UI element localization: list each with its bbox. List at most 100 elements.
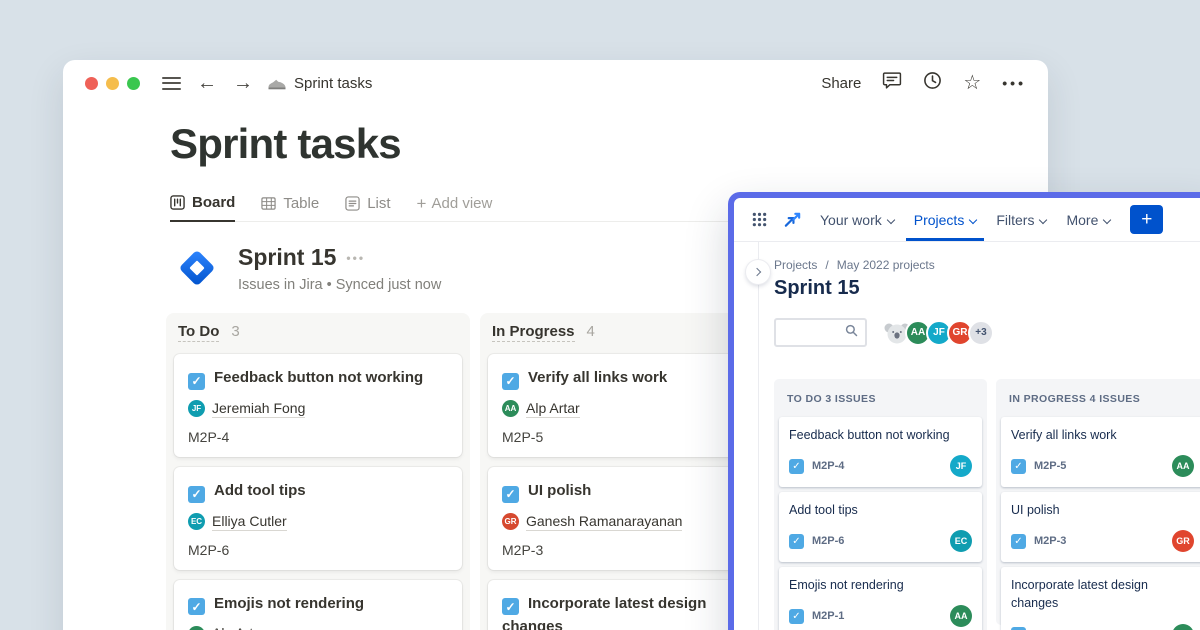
jira-logo-icon[interactable] (777, 198, 808, 241)
assignee-link[interactable]: Ganesh Ramanarayanan (526, 513, 682, 531)
task-type-icon: ✓ (1011, 459, 1026, 474)
checkbox-icon[interactable]: ✓ (502, 373, 519, 390)
checkbox-icon[interactable]: ✓ (502, 598, 519, 615)
avatar: JF (188, 400, 205, 417)
sprint-sync-status: Issues in Jira • Synced just now (238, 277, 441, 293)
issue-title: Emojis not rendering (789, 576, 972, 594)
assignee-avatar[interactable]: AA (950, 605, 972, 627)
board-card[interactable]: ✓Feedback button not working JF Jeremiah… (174, 354, 462, 457)
sprint-title: Sprint 15 (238, 244, 336, 271)
updates-clock-icon[interactable] (923, 71, 942, 95)
card-title: Add tool tips (214, 482, 306, 499)
avatar-overflow-badge[interactable]: +3 (968, 320, 994, 346)
assignee-avatar[interactable]: JF (950, 455, 972, 477)
create-button[interactable]: + (1130, 205, 1163, 234)
issue-card[interactable]: Feedback button not working ✓ M2P-4 JF (779, 417, 982, 487)
card-title: Incorporate latest design changes (502, 595, 706, 630)
issue-key: M2P-6 (812, 535, 844, 547)
nav-projects-label: Projects (914, 212, 965, 228)
canvas: ← → Sprint tasks Share ☆ ••• Sprint task… (0, 0, 1200, 630)
board-card[interactable]: ✓Emojis not rendering AA Alp Artar (174, 580, 462, 630)
avatar: GR (502, 513, 519, 530)
sidebar-divider (758, 242, 759, 630)
column-count: 3 (231, 323, 239, 340)
jira-board: TO DO 3 ISSUES Feedback button not worki… (774, 379, 1200, 630)
issue-card[interactable]: Add tool tips ✓ M2P-6 EC (779, 492, 982, 562)
forward-icon[interactable]: → (233, 73, 253, 93)
add-view-button[interactable]: + Add view (417, 195, 493, 221)
assignee-avatar[interactable]: AA (1172, 455, 1194, 477)
tab-board-label: Board (192, 194, 235, 211)
nav-filters-label: Filters (996, 212, 1034, 228)
tab-list[interactable]: List (345, 195, 390, 221)
board-card[interactable]: ✓ Add tool tips EC Elliya Cutler M2P-6 (174, 467, 462, 570)
issue-key: M2P-5 (502, 429, 764, 445)
tab-board[interactable]: Board (170, 194, 235, 222)
jira-top-nav: Your work Projects Filters More + (734, 198, 1200, 242)
page-title: Sprint tasks (170, 120, 1048, 168)
task-type-icon: ✓ (789, 534, 804, 549)
window-close-button[interactable] (85, 77, 98, 90)
column-header: TO DO 3 ISSUES (779, 384, 982, 417)
assignee-link[interactable]: Elliya Cutler (212, 513, 287, 531)
sprint-more-icon[interactable]: ••• (346, 251, 365, 265)
issue-key: M2P-3 (502, 542, 764, 558)
column-count: 4 (587, 323, 595, 340)
window-minimize-button[interactable] (106, 77, 119, 90)
nav-your-work[interactable]: Your work (812, 198, 902, 241)
assignee-link[interactable]: Alp Artar (526, 400, 580, 418)
issue-card[interactable]: Verify all links work ✓ M2P-5 AA (1001, 417, 1200, 487)
chevron-down-icon (969, 215, 977, 223)
search-input[interactable] (774, 318, 867, 347)
assignee-avatar[interactable]: GR (1172, 530, 1194, 552)
board-title: Sprint 15 (774, 277, 1200, 300)
share-button[interactable]: Share (821, 75, 861, 92)
sneaker-page-icon (267, 75, 287, 91)
tab-table[interactable]: Table (261, 195, 319, 221)
issue-key: M2P-4 (188, 429, 448, 445)
nav-projects[interactable]: Projects (906, 198, 985, 241)
checkbox-icon[interactable]: ✓ (188, 598, 205, 615)
notion-titlebar: ← → Sprint tasks Share ☆ ••• (63, 60, 1048, 106)
card-title: Emojis not rendering (214, 595, 364, 612)
issue-title: Incorporate latest design changes (1011, 576, 1194, 612)
back-icon[interactable]: ← (197, 73, 217, 93)
assignee-avatar[interactable]: AA (1172, 624, 1194, 630)
window-zoom-button[interactable] (127, 77, 140, 90)
column-name[interactable]: To Do (178, 323, 219, 342)
add-view-label: Add view (431, 195, 492, 212)
assignee-avatar[interactable]: EC (950, 530, 972, 552)
column-header: IN PROGRESS 4 ISSUES (1001, 384, 1200, 417)
issue-card[interactable]: UI polish ✓ M2P-3 GR (1001, 492, 1200, 562)
checkbox-icon[interactable]: ✓ (188, 486, 205, 503)
comments-icon[interactable] (882, 71, 902, 95)
card-title: UI polish (528, 482, 591, 499)
assignee-link[interactable]: Jeremiah Fong (212, 400, 305, 418)
breadcrumb-separator: / (825, 258, 828, 272)
issue-key: M2P-4 (812, 460, 844, 472)
nav-filters[interactable]: Filters (988, 198, 1054, 241)
issue-key: M2P-6 (188, 542, 448, 558)
task-type-icon: ✓ (789, 459, 804, 474)
avatar: EC (188, 513, 205, 530)
more-icon[interactable]: ••• (1002, 75, 1026, 91)
assignee-link[interactable]: Alp Artar (212, 625, 266, 630)
breadcrumb-projects[interactable]: Projects (774, 258, 817, 272)
expand-sidebar-button[interactable] (746, 260, 770, 284)
checkbox-icon[interactable]: ✓ (502, 486, 519, 503)
chevron-down-icon (1039, 215, 1047, 223)
checkbox-icon[interactable]: ✓ (188, 373, 205, 390)
tab-list-label: List (367, 195, 390, 212)
app-switcher-grid-icon[interactable] (746, 198, 773, 241)
favorite-star-icon[interactable]: ☆ (963, 73, 981, 93)
sidebar-menu-icon[interactable] (162, 77, 181, 90)
breadcrumb-project-name[interactable]: May 2022 projects (837, 258, 935, 272)
nav-more[interactable]: More (1058, 198, 1118, 241)
jira-column-in-progress: IN PROGRESS 4 ISSUES Verify all links wo… (996, 379, 1200, 625)
issue-card[interactable]: Emojis not rendering ✓ M2P-1 AA (779, 567, 982, 630)
issue-title: Verify all links work (1011, 426, 1194, 444)
issue-card[interactable]: Incorporate latest design changes ✓ M2P-… (1001, 567, 1200, 630)
avatar: AA (502, 400, 519, 417)
card-title: Verify all links work (528, 369, 667, 386)
column-name[interactable]: In Progress (492, 323, 575, 342)
